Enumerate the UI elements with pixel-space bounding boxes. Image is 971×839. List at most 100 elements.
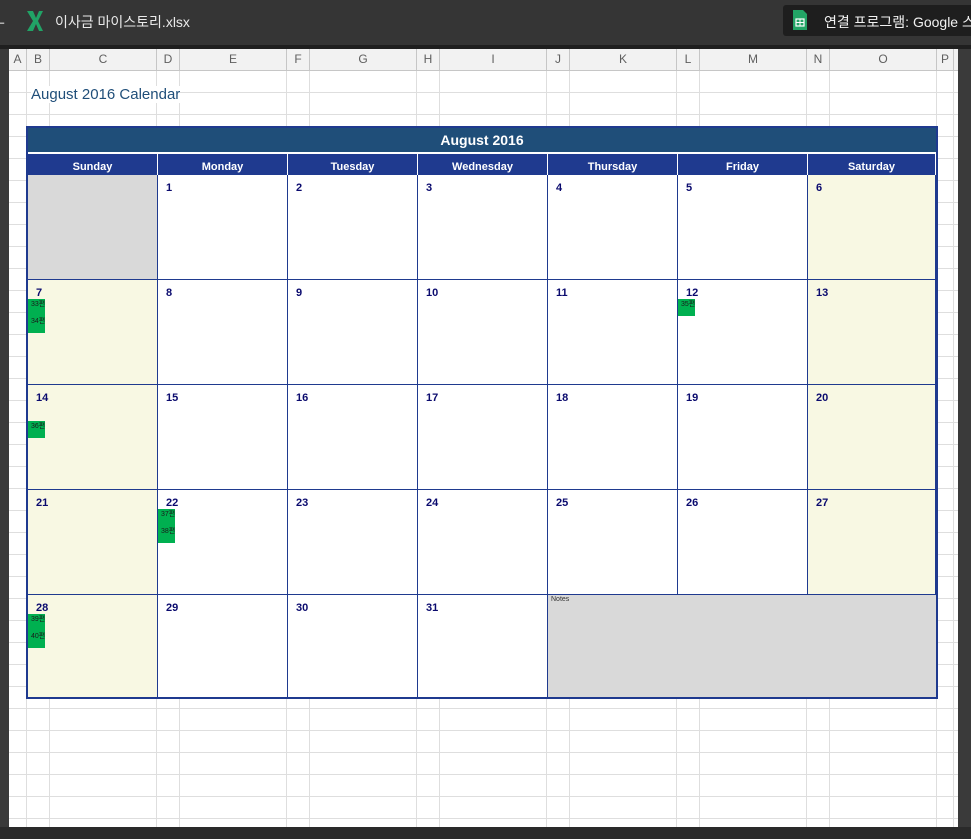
day-cell-24[interactable]: 24 xyxy=(418,490,548,595)
day-number: 3 xyxy=(426,182,433,194)
event-entry[interactable]: 39편 xyxy=(28,614,46,631)
day-cell-19[interactable]: 19 xyxy=(678,385,808,490)
day-number: 25 xyxy=(556,497,569,509)
event-entry[interactable]: 33편 xyxy=(28,299,46,316)
column-header-d[interactable]: D xyxy=(157,49,180,70)
column-header-i[interactable]: I xyxy=(440,49,547,70)
day-number: 28 xyxy=(36,602,49,614)
column-header-p[interactable]: P xyxy=(937,49,954,70)
day-number: 5 xyxy=(686,182,693,194)
bottom-bar xyxy=(0,827,971,839)
day-cell-3[interactable]: 3 xyxy=(418,175,548,280)
day-cell-7[interactable]: 7 33편 34편 xyxy=(28,280,158,385)
day-number: 16 xyxy=(296,392,309,404)
day-cell-15[interactable]: 15 xyxy=(158,385,288,490)
column-header-c[interactable]: C xyxy=(50,49,157,70)
open-with-label: 연결 프로그램: Google 스 xyxy=(824,14,971,30)
weekday-monday: Monday xyxy=(158,154,288,175)
cell-grid[interactable]: August 2016 Calendar August 2016 Sunday M… xyxy=(9,71,958,827)
day-cell-9[interactable]: 9 xyxy=(288,280,418,385)
day-number: 10 xyxy=(426,287,439,299)
column-header-b[interactable]: B xyxy=(27,49,50,70)
day-number: 6 xyxy=(816,182,823,194)
day-cell-20[interactable]: 20 xyxy=(808,385,936,490)
column-header-g[interactable]: G xyxy=(310,49,417,70)
empty-day-cell[interactable] xyxy=(28,175,158,280)
day-cell-16[interactable]: 16 xyxy=(288,385,418,490)
event-entry[interactable]: 37편 xyxy=(158,509,176,526)
event-entry[interactable]: 34편 xyxy=(28,316,46,333)
day-number: 30 xyxy=(296,602,309,614)
day-cell-28[interactable]: 28 39편 40편 xyxy=(28,595,158,698)
weekday-sunday: Sunday xyxy=(28,154,158,175)
day-cell-23[interactable]: 23 xyxy=(288,490,418,595)
day-cell-25[interactable]: 25 xyxy=(548,490,678,595)
day-number: 22 xyxy=(166,497,179,509)
event-entry[interactable]: 36편 xyxy=(28,421,46,438)
column-header-n[interactable]: N xyxy=(807,49,830,70)
day-number: 7 xyxy=(36,287,43,299)
day-cell-8[interactable]: 8 xyxy=(158,280,288,385)
weekday-thursday: Thursday xyxy=(548,154,678,175)
weekday-friday: Friday xyxy=(678,154,808,175)
day-cell-5[interactable]: 5 xyxy=(678,175,808,280)
day-cell-22[interactable]: 22 37편 38편 xyxy=(158,490,288,595)
column-header-l[interactable]: L xyxy=(677,49,700,70)
google-sheets-icon xyxy=(793,10,807,30)
right-gutter xyxy=(958,71,971,827)
weekday-header-row: Sunday Monday Tuesday Wednesday Thursday Frid… xyxy=(28,154,936,175)
day-cell-13[interactable]: 13 xyxy=(808,280,936,385)
notes-box[interactable]: Notes xyxy=(548,595,936,698)
day-cell-2[interactable]: 2 xyxy=(288,175,418,280)
weekday-wednesday: Wednesday xyxy=(418,154,548,175)
day-cell-4[interactable]: 4 xyxy=(548,175,678,280)
column-header-e[interactable]: E xyxy=(180,49,287,70)
day-cell-11[interactable]: 11 xyxy=(548,280,678,385)
day-cell-30[interactable]: 30 xyxy=(288,595,418,698)
column-header-a[interactable]: A xyxy=(9,49,27,70)
day-number: 19 xyxy=(686,392,699,404)
day-number: 4 xyxy=(556,182,563,194)
day-number: 13 xyxy=(816,287,829,299)
day-cell-26[interactable]: 26 xyxy=(678,490,808,595)
day-cell-14[interactable]: 14 36편 xyxy=(28,385,158,490)
day-number: 23 xyxy=(296,497,309,509)
back-icon[interactable]: ╴ xyxy=(0,15,8,32)
left-gutter xyxy=(0,49,9,839)
day-number: 26 xyxy=(686,497,699,509)
day-number: 21 xyxy=(36,497,49,509)
month-title: August 2016 xyxy=(28,128,936,154)
column-header-h[interactable]: H xyxy=(417,49,440,70)
day-number: 24 xyxy=(426,497,439,509)
column-header-k[interactable]: K xyxy=(570,49,677,70)
day-cell-12[interactable]: 12 35편 xyxy=(678,280,808,385)
open-with-google-sheets-button[interactable]: 연결 프로그램: Google 스 xyxy=(783,5,971,36)
file-name: 이사금 마이스토리.xlsx xyxy=(55,14,190,30)
column-header-m[interactable]: M xyxy=(700,49,807,70)
weekday-tuesday: Tuesday xyxy=(288,154,418,175)
event-entry[interactable]: 40편 xyxy=(28,631,46,648)
event-entry[interactable]: 38편 xyxy=(158,526,176,543)
day-cell-6[interactable]: 6 xyxy=(808,175,936,280)
column-header-j[interactable]: J xyxy=(547,49,570,70)
day-cell-18[interactable]: 18 xyxy=(548,385,678,490)
column-header-f[interactable]: F xyxy=(287,49,310,70)
day-number: 27 xyxy=(816,497,829,509)
weekday-saturday: Saturday xyxy=(808,154,936,175)
day-cell-31[interactable]: 31 xyxy=(418,595,548,698)
day-cell-17[interactable]: 17 xyxy=(418,385,548,490)
excel-file-icon xyxy=(27,11,43,31)
day-number: 31 xyxy=(426,602,439,614)
day-number: 11 xyxy=(556,287,568,299)
column-header-o[interactable]: O xyxy=(830,49,937,70)
day-cell-21[interactable]: 21 xyxy=(28,490,158,595)
day-number: 15 xyxy=(166,392,179,404)
title-bar: ╴ 이사금 마이스토리.xlsx 연결 프로그램: Google 스 xyxy=(0,0,971,45)
day-cell-29[interactable]: 29 xyxy=(158,595,288,698)
day-cell-10[interactable]: 10 xyxy=(418,280,548,385)
day-cell-1[interactable]: 1 xyxy=(158,175,288,280)
column-header-row: ABCDEFGHIJKLMNOP xyxy=(9,49,958,71)
calendar-title: August 2016 Calendar xyxy=(31,86,181,103)
day-cell-27[interactable]: 27 xyxy=(808,490,936,595)
event-entry[interactable]: 35편 xyxy=(678,299,696,316)
